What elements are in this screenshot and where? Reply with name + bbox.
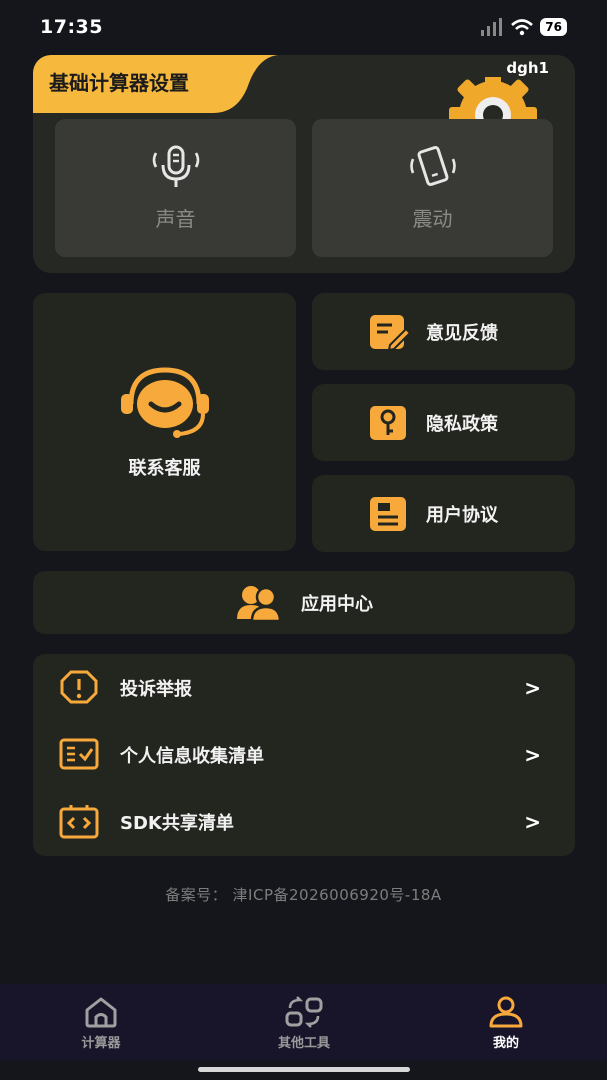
tab-label: 计算器 xyxy=(81,1036,121,1051)
contact-service-button[interactable]: 联系客服 xyxy=(33,293,296,551)
bottom-tab-bar: 计算器 其他工具 我的 xyxy=(0,984,607,1060)
agreement-icon xyxy=(370,496,406,531)
tab-mine[interactable]: 我的 xyxy=(436,984,576,1060)
chevron-right-icon: > xyxy=(524,675,541,700)
status-icons: 76 xyxy=(480,18,567,36)
status-bar: 17:35 76 xyxy=(0,0,607,56)
app-center-label: 应用中心 xyxy=(301,593,373,615)
checklist-icon xyxy=(59,736,99,772)
code-icon xyxy=(59,803,99,839)
battery-indicator: 76 xyxy=(540,18,567,36)
vibration-label: 震动 xyxy=(412,206,453,231)
settings-username: dgh1 xyxy=(506,59,549,77)
tab-calculator[interactable]: 计算器 xyxy=(31,984,171,1060)
tab-other-tools[interactable]: 其他工具 xyxy=(234,984,374,1060)
microphone-icon xyxy=(152,145,199,187)
list-item-personal-info[interactable]: 个人信息收集清单 > xyxy=(33,721,575,788)
sound-label: 声音 xyxy=(155,206,196,231)
customer-service-icon xyxy=(120,367,209,438)
user-agreement-label: 用户协议 xyxy=(426,504,498,526)
list-item-complaint[interactable]: 投诉举报 > xyxy=(33,654,575,721)
vibration-icon xyxy=(409,145,456,186)
privacy-policy-label: 隐私政策 xyxy=(426,413,498,435)
tools-icon xyxy=(285,996,323,1028)
user-icon xyxy=(489,996,523,1028)
icp-record: 备案号： 津ICP备2026006920号-18A xyxy=(165,886,442,904)
user-agreement-button[interactable]: 用户协议 xyxy=(312,475,575,552)
users-icon xyxy=(237,585,282,622)
key-icon xyxy=(370,405,406,440)
list-item-label: 投诉举报 xyxy=(120,678,192,700)
wifi-icon xyxy=(511,19,534,36)
list-item-label: SDK共享清单 xyxy=(120,812,234,834)
list-item-label: 个人信息收集清单 xyxy=(120,745,264,767)
legal-list: 投诉举报 > 个人信息收集清单 > SDK共享清单 > xyxy=(33,654,575,856)
chevron-right-icon: > xyxy=(524,809,541,834)
privacy-policy-button[interactable]: 隐私政策 xyxy=(312,384,575,461)
tab-label: 我的 xyxy=(492,1036,519,1051)
sound-toggle[interactable]: 声音 xyxy=(55,119,296,257)
home-icon xyxy=(85,997,117,1028)
contact-service-label: 联系客服 xyxy=(128,458,201,479)
settings-card: 基础计算器设置 dgh1 声音 震动 xyxy=(33,55,575,273)
tab-label: 其他工具 xyxy=(277,1036,330,1051)
feedback-icon xyxy=(370,314,410,351)
signal-icon xyxy=(481,18,503,36)
vibration-toggle[interactable]: 震动 xyxy=(312,119,553,257)
status-time: 17:35 xyxy=(40,16,103,38)
chevron-right-icon: > xyxy=(524,742,541,767)
settings-title: 基础计算器设置 xyxy=(49,71,189,95)
app-center-button[interactable]: 应用中心 xyxy=(33,571,575,634)
feedback-label: 意见反馈 xyxy=(426,322,498,344)
home-indicator xyxy=(198,1067,410,1072)
warning-icon xyxy=(59,669,99,705)
feedback-button[interactable]: 意见反馈 xyxy=(312,293,575,370)
list-item-sdk[interactable]: SDK共享清单 > xyxy=(33,788,575,855)
